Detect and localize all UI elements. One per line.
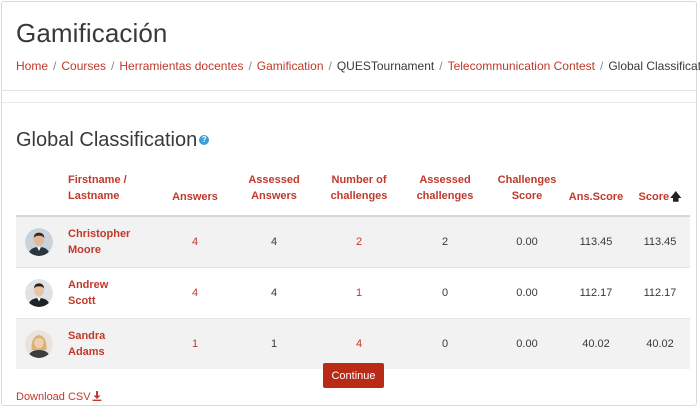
header-name[interactable]: Firstname / Lastname [62, 160, 162, 217]
answers-cell: 1 [162, 318, 228, 369]
table-row: Sandra Adams 1 1 4 0 0.00 40.02 40.02 [16, 318, 690, 369]
assessed-challenges-cell: 2 [398, 215, 492, 268]
breadcrumb: Home / Courses / Herramientas docentes / Gamif… [16, 59, 700, 73]
section-title-text: Global Classification [16, 129, 198, 151]
avatar[interactable] [25, 228, 53, 256]
breadcrumb-gamification[interactable]: Gamification [257, 59, 324, 73]
section-title: Global Classification? [16, 129, 210, 152]
ans-score-cell: 113.45 [562, 215, 630, 268]
user-name-link[interactable]: Andrew Scott [68, 277, 161, 309]
page-frame: Gamificación Home / Courses / Herramientas d… [1, 1, 700, 406]
avatar[interactable] [25, 279, 53, 307]
assessed-answers-cell: 4 [228, 215, 320, 268]
answers-cell: 4 [162, 215, 228, 268]
challenges-link[interactable]: 2 [356, 236, 362, 248]
ans-score-cell: 112.17 [562, 267, 630, 319]
challenges-cell: 1 [320, 267, 398, 319]
avatar[interactable] [25, 330, 53, 358]
challenges-score-cell: 0.00 [492, 318, 562, 369]
download-csv-label: Download CSV [16, 391, 91, 403]
challenges-cell: 4 [320, 318, 398, 369]
arrow-up-icon: 🡅 [670, 191, 682, 203]
assessed-challenges-cell: 0 [398, 267, 492, 319]
score-cell: 112.17 [630, 267, 690, 319]
avatar-cell [16, 318, 62, 369]
download-icon [92, 391, 102, 401]
assessed-challenges-cell: 0 [398, 318, 492, 369]
assessed-answers-cell: 1 [228, 318, 320, 369]
answers-link[interactable]: 4 [192, 287, 198, 299]
name-cell: Christopher Moore [62, 215, 162, 268]
answers-link[interactable]: 1 [192, 338, 198, 350]
challenges-link[interactable]: 1 [356, 287, 362, 299]
table-row: Christopher Moore 4 4 2 2 0.00 113.45 113… [16, 215, 690, 268]
breadcrumb-telecommunication-contest[interactable]: Telecommunication Contest [448, 59, 595, 73]
user-name-link[interactable]: Christopher Moore [68, 226, 161, 258]
question-circle-icon[interactable]: ? [199, 134, 210, 145]
avatar-cell [16, 215, 62, 268]
breadcrumb-herramientas-docentes[interactable]: Herramientas docentes [119, 59, 243, 73]
avatar-cell [16, 267, 62, 319]
name-cell: Andrew Scott [62, 267, 162, 319]
header-number-of-challenges[interactable]: Number of challenges [320, 160, 398, 217]
header-ans-score[interactable]: Ans.Score [562, 160, 630, 217]
table-row: Andrew Scott 4 4 1 0 0.00 112.17 112.17 [16, 267, 690, 319]
header-divider [2, 90, 696, 91]
challenges-cell: 2 [320, 215, 398, 268]
breadcrumb-courses[interactable]: Courses [61, 59, 106, 73]
breadcrumb-home[interactable]: Home [16, 59, 48, 73]
challenges-link[interactable]: 4 [356, 338, 362, 350]
classification-table: Firstname / Lastname Answers Assessed Answ… [16, 160, 690, 369]
breadcrumb-global-classification: Global Classification [608, 59, 700, 73]
score-cell: 40.02 [630, 318, 690, 369]
header-score[interactable]: Score🡅 [630, 160, 690, 217]
assessed-answers-cell: 4 [228, 267, 320, 319]
avatar-header [16, 160, 62, 217]
header-answers[interactable]: Answers [162, 160, 228, 217]
score-cell: 113.45 [630, 215, 690, 268]
challenges-score-cell: 0.00 [492, 267, 562, 319]
download-csv-link[interactable]: Download CSV [16, 391, 102, 403]
table-header-row: Firstname / Lastname Answers Assessed Answ… [16, 160, 690, 217]
ans-score-cell: 40.02 [562, 318, 630, 369]
content-divider [2, 102, 696, 103]
continue-button[interactable]: Continue [323, 363, 384, 388]
page-title: Gamificación [16, 18, 168, 48]
header-assessed-challenges[interactable]: Assessed challenges [398, 160, 492, 217]
user-name-link[interactable]: Sandra Adams [68, 328, 161, 360]
name-cell: Sandra Adams [62, 318, 162, 369]
breadcrumb-questournament: QUESTournament [336, 59, 435, 73]
challenges-score-cell: 0.00 [492, 215, 562, 268]
answers-link[interactable]: 4 [192, 236, 198, 248]
answers-cell: 4 [162, 267, 228, 319]
header-assessed-answers[interactable]: Assessed Answers [228, 160, 320, 217]
header-challenges-score[interactable]: Challenges Score [492, 160, 562, 217]
